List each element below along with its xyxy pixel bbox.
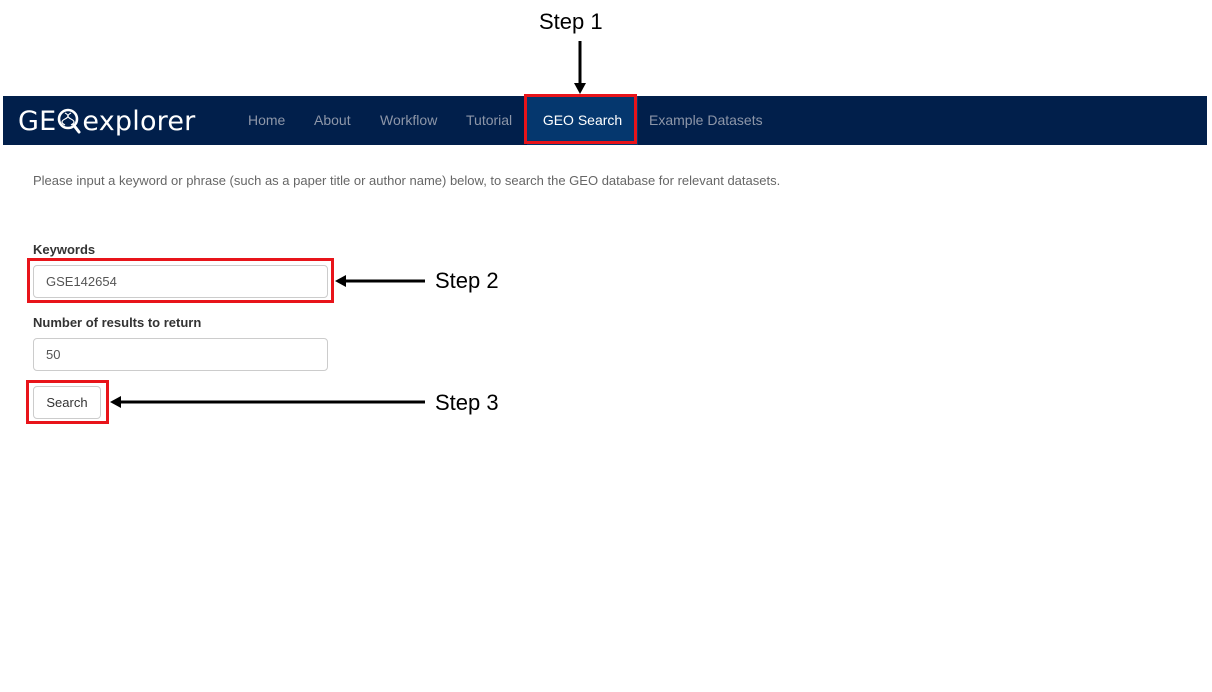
step3-label: Step 3 bbox=[435, 390, 499, 415]
step1-arrow-icon bbox=[574, 41, 586, 94]
step2-arrow-icon bbox=[335, 275, 425, 287]
annotation-arrows bbox=[110, 41, 586, 408]
step2-label: Step 2 bbox=[435, 268, 499, 293]
page-canvas: Step 1 GE explorer Home About Workflow T… bbox=[0, 0, 1212, 692]
step3-arrow-icon bbox=[110, 396, 425, 408]
